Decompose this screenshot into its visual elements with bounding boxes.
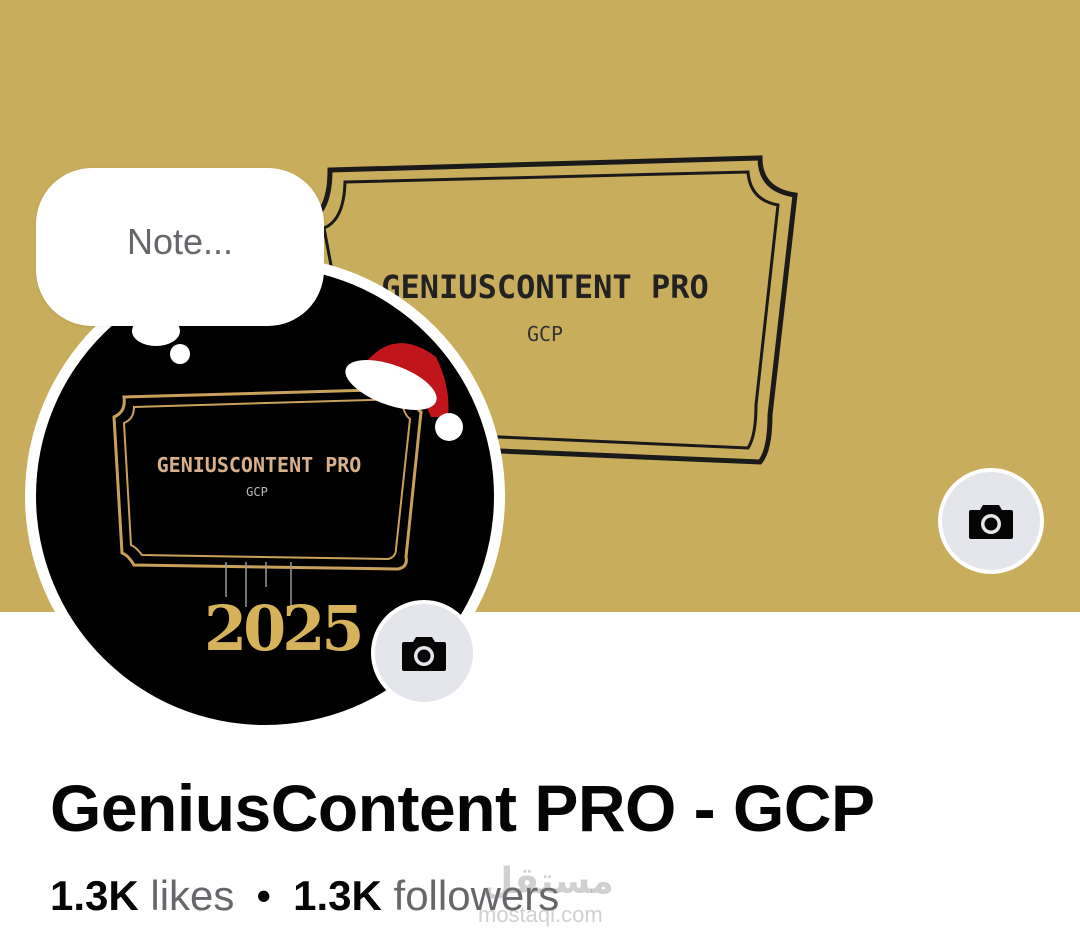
note-bubble-tail-dot (170, 344, 190, 364)
edit-profile-picture-button[interactable] (371, 600, 477, 706)
camera-icon (969, 505, 1013, 539)
camera-icon (402, 637, 446, 671)
edit-cover-photo-button[interactable] (938, 468, 1044, 574)
avatar-title: GENIUSCONTENT PRO (156, 453, 362, 477)
avatar-subtitle: GCP (246, 485, 268, 499)
santa-hat-icon (345, 343, 463, 441)
stats-separator: • (256, 872, 272, 919)
avatar-year: 2025 (204, 592, 365, 665)
likes-label: likes (150, 872, 235, 919)
note-bubble-tail (132, 316, 180, 346)
note-placeholder: Note... (126, 221, 234, 262)
likes-count: 1.3K (50, 872, 139, 919)
page-title: GeniusContent PRO - GCP (50, 771, 875, 845)
note-bubble[interactable]: Note... (36, 168, 324, 326)
followers-count: 1.3K (293, 872, 382, 919)
watermark-url: mostaql.com (478, 902, 603, 927)
watermark-logo: مستقل (482, 860, 614, 901)
